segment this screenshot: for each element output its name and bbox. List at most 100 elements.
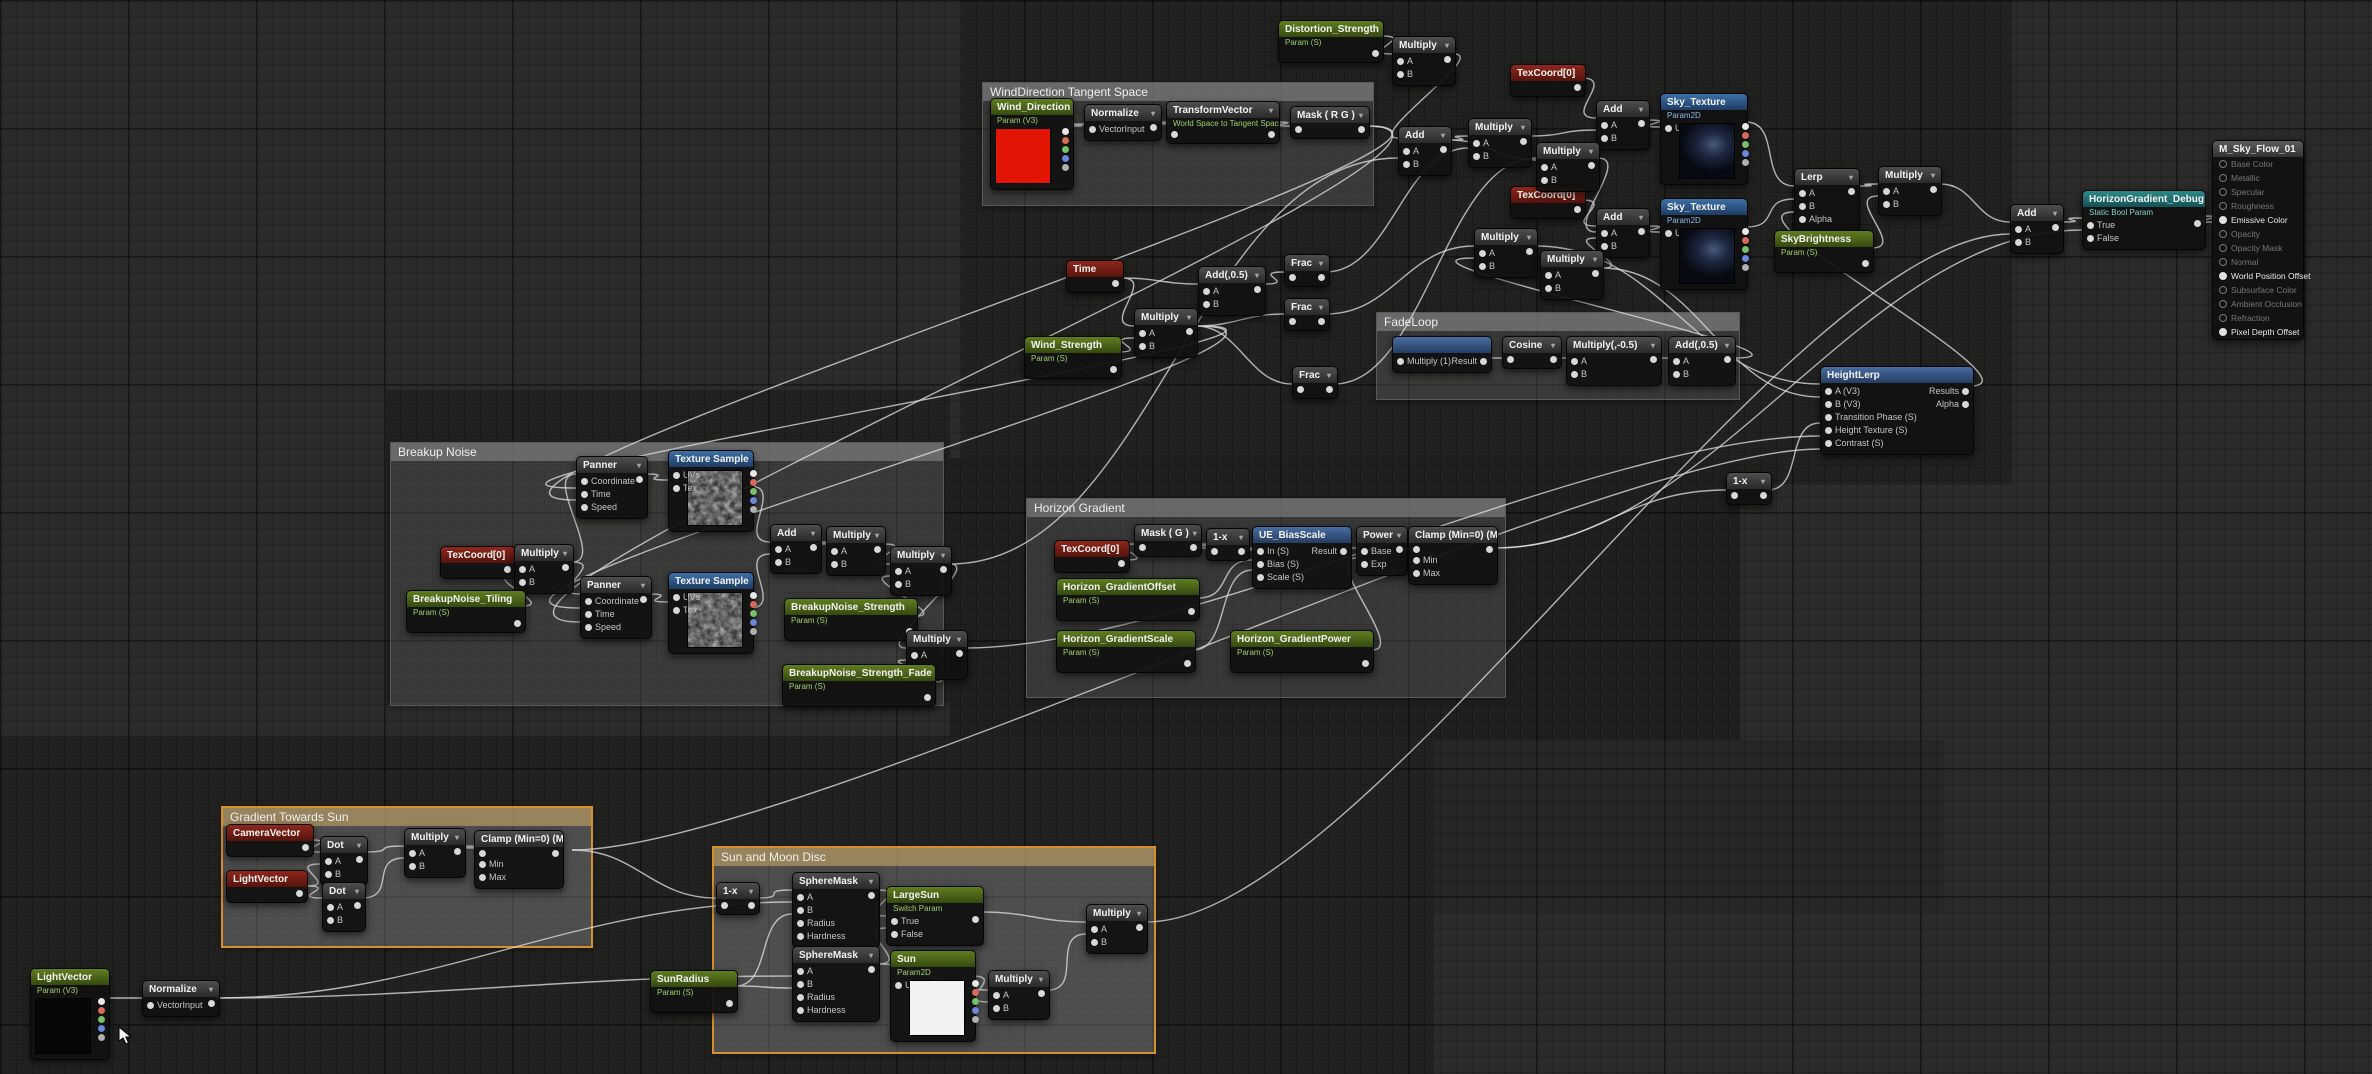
one-minus-node-1[interactable]: 1-x <box>1726 472 1772 505</box>
input-pin[interactable] <box>1507 356 1516 363</box>
pin-dot[interactable] <box>1601 135 1608 142</box>
pin-dot[interactable] <box>636 476 643 483</box>
output-pin[interactable] <box>1062 137 1069 144</box>
pin-dot[interactable] <box>1257 574 1264 581</box>
output-pin[interactable] <box>1526 248 1533 255</box>
pin-dot[interactable] <box>1825 440 1832 447</box>
pin-dot[interactable] <box>993 992 1000 999</box>
sky-brightness-node[interactable]: SkyBrightnessParam (S) <box>1774 230 1874 273</box>
pin-dot[interactable] <box>302 844 309 851</box>
material-input-pin[interactable]: Roughness <box>2213 199 2303 213</box>
input-pin[interactable]: B <box>409 861 425 872</box>
input-pin[interactable]: Hardness <box>797 931 846 942</box>
pin-dot[interactable] <box>1203 301 1210 308</box>
pin-dot[interactable] <box>972 916 979 923</box>
output-pin[interactable] <box>1742 150 1749 157</box>
pin-dot[interactable] <box>581 504 588 511</box>
input-pin[interactable]: Bias (S) <box>1257 559 1304 570</box>
pin-dot[interactable] <box>895 568 902 575</box>
pin-dot[interactable] <box>1190 544 1197 551</box>
output-pin[interactable] <box>1724 356 1731 363</box>
pin-dot[interactable] <box>479 874 486 881</box>
pin-dot[interactable] <box>911 652 918 659</box>
comment-title[interactable]: Breakup Noise <box>391 443 943 461</box>
pin-dot[interactable] <box>1673 358 1680 365</box>
pin-dot[interactable] <box>972 1007 979 1014</box>
output-pin[interactable] <box>1254 286 1261 293</box>
pin-dot[interactable] <box>1479 250 1486 257</box>
mask-rg-node[interactable]: Mask ( R G ) <box>1290 106 1370 139</box>
pin-dot[interactable] <box>147 1002 154 1009</box>
pin-dot[interactable] <box>1473 140 1480 147</box>
pin-dot[interactable] <box>1444 56 1451 63</box>
one-minus-node-2[interactable]: 1-x <box>1206 528 1250 561</box>
output-pin[interactable] <box>1186 328 1193 335</box>
pin-dot[interactable] <box>797 920 804 927</box>
output-pin[interactable] <box>1326 386 1333 393</box>
input-pin[interactable]: Transition Phase (S) <box>1825 412 1917 423</box>
input-pin[interactable]: True <box>891 916 923 927</box>
input-pin[interactable]: VectorInput <box>1089 124 1143 135</box>
pin-dot[interactable] <box>1289 274 1296 281</box>
pin-dot[interactable] <box>1507 356 1514 363</box>
material-input-pin[interactable]: Subsurface Color <box>2213 283 2303 297</box>
input-pin[interactable]: Min <box>479 859 506 870</box>
input-pin[interactable]: UVs <box>1665 123 1674 134</box>
input-pin[interactable]: A <box>895 566 911 577</box>
multiply-node-1[interactable]: MultiplyAB <box>1392 36 1456 86</box>
output-pin[interactable] <box>1038 990 1045 997</box>
pin-dot[interactable] <box>891 918 898 925</box>
pin-dot[interactable] <box>409 863 416 870</box>
multiply-node-10[interactable]: MultiplyAB <box>890 546 952 596</box>
output-pin[interactable] <box>640 596 647 603</box>
input-pin[interactable]: In (S) <box>1257 546 1304 557</box>
pin-dot[interactable] <box>1295 126 1302 133</box>
output-pin[interactable] <box>1574 84 1581 91</box>
input-pin[interactable]: Max <box>479 872 506 883</box>
pin-dot[interactable] <box>1254 286 1261 293</box>
pin-dot[interactable] <box>1601 243 1608 250</box>
texture-sample-node-1[interactable]: Texture SampleUVsTex <box>668 450 754 532</box>
material-output-node[interactable]: M_Sky_Flow_01Base ColorMetallicSpecularR… <box>2212 140 2304 340</box>
input-pin[interactable]: Scale (S) <box>1257 572 1304 583</box>
pin-dot[interactable] <box>1413 546 1420 553</box>
input-pin[interactable]: B <box>327 915 343 926</box>
pin-dot[interactable] <box>454 848 461 855</box>
input-pin[interactable]: A <box>1541 162 1557 173</box>
output-pin[interactable] <box>1592 270 1599 277</box>
output-pin[interactable] <box>504 566 511 573</box>
input-pin[interactable]: A <box>1397 56 1413 67</box>
pin-dot[interactable] <box>1089 126 1096 133</box>
output-pin[interactable] <box>208 1000 215 1007</box>
multiply-node-2[interactable]: MultiplyAB <box>1468 118 1532 168</box>
pin-dot[interactable] <box>1062 146 1069 153</box>
input-pin[interactable] <box>479 850 506 857</box>
pin-dot[interactable] <box>1150 124 1157 131</box>
input-pin[interactable]: Contrast (S) <box>1825 438 1917 449</box>
output-pin[interactable] <box>750 601 757 608</box>
input-pin[interactable]: A <box>1601 228 1617 239</box>
pin-dot[interactable] <box>1211 548 1218 555</box>
sun-texture-node[interactable]: SunParam2DUVs <box>890 950 976 1042</box>
pin-dot[interactable] <box>2219 272 2227 280</box>
pin-dot[interactable] <box>1883 188 1890 195</box>
pin-dot[interactable] <box>1091 939 1098 946</box>
cosine-node[interactable]: Cosine <box>1502 336 1562 369</box>
pin-dot[interactable] <box>1638 228 1645 235</box>
output-pin[interactable] <box>1136 924 1143 931</box>
output-pin[interactable] <box>1742 132 1749 139</box>
pin-dot[interactable] <box>1203 288 1210 295</box>
pin-dot[interactable] <box>1112 280 1119 287</box>
normalize-node-1[interactable]: NormalizeVectorInput <box>1084 104 1162 141</box>
output-pin[interactable] <box>1742 255 1749 262</box>
pin-dot[interactable] <box>797 933 804 940</box>
input-pin[interactable]: VectorInput <box>147 1000 201 1011</box>
output-pin[interactable] <box>956 650 963 657</box>
pin-dot[interactable] <box>1184 660 1191 667</box>
pin-dot[interactable] <box>2219 314 2227 322</box>
material-input-pin[interactable]: Opacity Mask <box>2213 241 2303 255</box>
input-pin[interactable]: A <box>911 650 927 661</box>
pin-dot[interactable] <box>1574 206 1581 213</box>
pin-dot[interactable] <box>891 931 898 938</box>
pin-dot[interactable] <box>1825 401 1832 408</box>
